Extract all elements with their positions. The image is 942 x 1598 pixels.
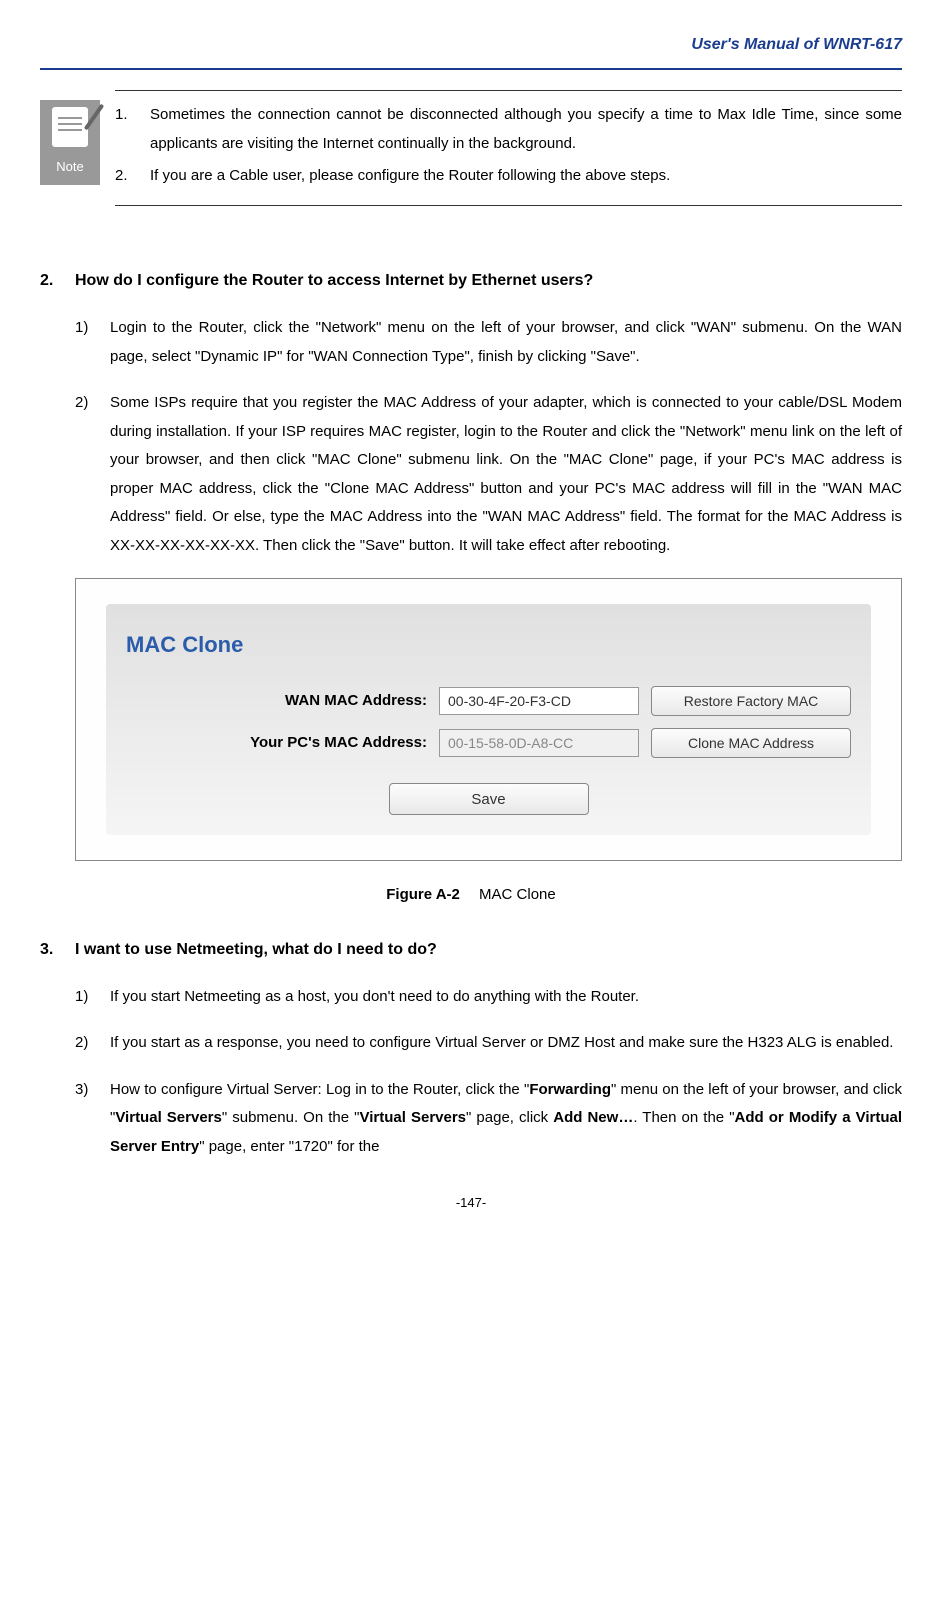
answer-item: 3) How to configure Virtual Server: Log … — [75, 1076, 902, 1162]
note-icon: Note — [40, 100, 100, 185]
pc-mac-input — [439, 729, 639, 757]
question-title: I want to use Netmeeting, what do I need… — [75, 935, 437, 965]
question-number: 2. — [40, 266, 75, 296]
answer-number: 3) — [75, 1076, 110, 1162]
note-text: Sometimes the connection cannot be disco… — [150, 101, 902, 158]
note-content: 1. Sometimes the connection cannot be di… — [115, 90, 902, 206]
answer-item: 1) If you start Netmeeting as a host, yo… — [75, 983, 902, 1012]
answer-text: If you start Netmeeting as a host, you d… — [110, 983, 902, 1012]
figure-container: MAC Clone WAN MAC Address: Restore Facto… — [75, 578, 902, 861]
header-title: User's Manual of WNRT-617 — [40, 30, 902, 60]
figure-panel-title: MAC Clone — [126, 624, 851, 666]
save-button[interactable]: Save — [389, 783, 589, 815]
answer-number: 2) — [75, 389, 110, 560]
note-item: 2. If you are a Cable user, please confi… — [115, 162, 902, 191]
figure-caption-label: Figure A-2 — [386, 886, 460, 903]
answer-text: Some ISPs require that you register the … — [110, 389, 902, 560]
save-row: Save — [126, 783, 851, 815]
answer-item: 2) Some ISPs require that you register t… — [75, 389, 902, 560]
note-item: 1. Sometimes the connection cannot be di… — [115, 101, 902, 158]
answer-text: Login to the Router, click the "Network"… — [110, 314, 902, 371]
figure-row-wan-mac: WAN MAC Address: Restore Factory MAC — [126, 686, 851, 716]
note-section: Note 1. Sometimes the connection cannot … — [40, 90, 902, 206]
note-text: If you are a Cable user, please configur… — [150, 162, 902, 191]
figure-row-pc-mac: Your PC's MAC Address: Clone MAC Address — [126, 728, 851, 758]
answer-number: 1) — [75, 314, 110, 371]
notepad-icon — [52, 107, 88, 147]
header-rule — [40, 68, 902, 70]
note-number: 1. — [115, 101, 150, 158]
page-number: -147- — [40, 1191, 902, 1216]
answer-list-q3: 1) If you start Netmeeting as a host, yo… — [40, 983, 902, 1162]
answer-list-q2: 1) Login to the Router, click the "Netwo… — [40, 314, 902, 560]
figure-panel: MAC Clone WAN MAC Address: Restore Facto… — [106, 604, 871, 835]
wan-mac-label: WAN MAC Address: — [126, 687, 427, 716]
figure-caption: Figure A-2 MAC Clone — [40, 881, 902, 910]
question-title: How do I configure the Router to access … — [75, 266, 593, 296]
question-number: 3. — [40, 935, 75, 965]
note-number: 2. — [115, 162, 150, 191]
figure-caption-text: MAC Clone — [479, 886, 556, 903]
answer-number: 2) — [75, 1029, 110, 1058]
pc-mac-label: Your PC's MAC Address: — [126, 729, 427, 758]
question-2: 2. How do I configure the Router to acce… — [40, 266, 902, 296]
answer-text: How to configure Virtual Server: Log in … — [110, 1076, 902, 1162]
clone-mac-address-button[interactable]: Clone MAC Address — [651, 728, 851, 758]
note-icon-label: Note — [56, 155, 83, 180]
answer-number: 1) — [75, 983, 110, 1012]
answer-text: If you start as a response, you need to … — [110, 1029, 902, 1058]
answer-item: 2) If you start as a response, you need … — [75, 1029, 902, 1058]
answer-item: 1) Login to the Router, click the "Netwo… — [75, 314, 902, 371]
restore-factory-mac-button[interactable]: Restore Factory MAC — [651, 686, 851, 716]
wan-mac-input[interactable] — [439, 687, 639, 715]
question-3: 3. I want to use Netmeeting, what do I n… — [40, 935, 902, 965]
